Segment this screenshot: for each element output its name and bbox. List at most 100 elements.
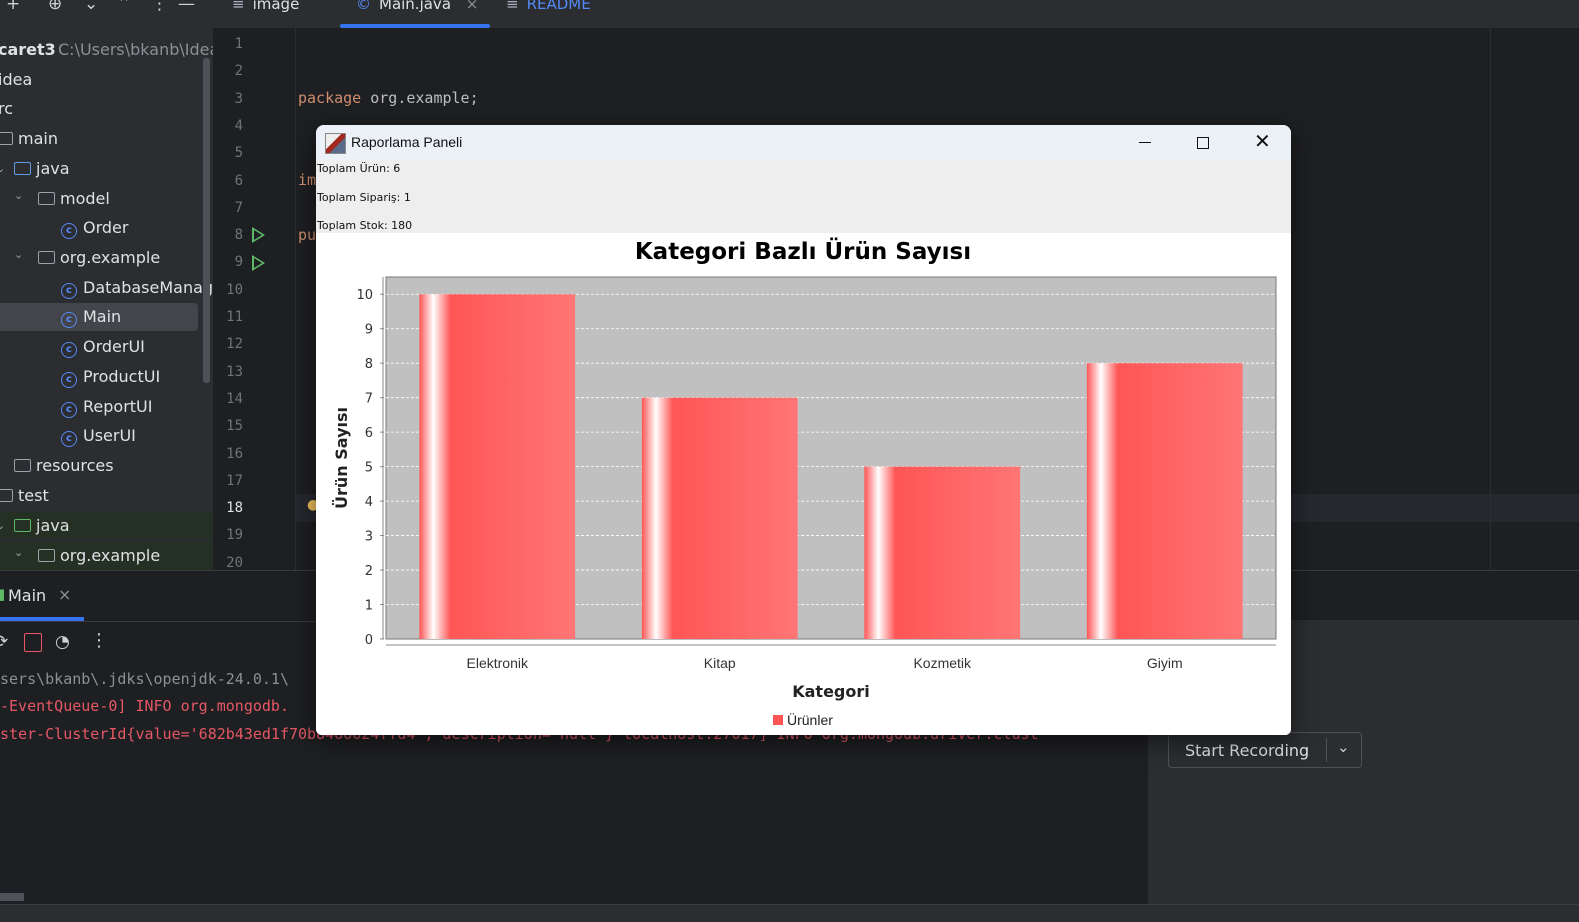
y-tick-label: 5 bbox=[365, 461, 373, 476]
exit-icon[interactable] bbox=[24, 633, 42, 652]
more-icon[interactable]: ⋮ bbox=[151, 0, 168, 14]
tree-item-org-example[interactable]: ⌄ org.example bbox=[0, 244, 213, 272]
class-icon: c bbox=[61, 223, 77, 239]
tree-item-test[interactable]: test bbox=[0, 482, 213, 510]
line-number: 8 bbox=[234, 227, 243, 244]
code-line-6[interactable]: im bbox=[298, 171, 316, 189]
total-stock-label: Toplam Stok: 180 bbox=[317, 219, 413, 232]
tab-readme[interactable]: ≡ README bbox=[506, 0, 591, 13]
close-button[interactable]: ✕ bbox=[1232, 125, 1290, 161]
tree-item-java[interactable]: ⌄ java bbox=[0, 155, 213, 183]
line-number: 10 bbox=[226, 281, 243, 298]
class-icon: © bbox=[356, 0, 371, 13]
run-icon: ▮ bbox=[0, 585, 6, 603]
run-tab-main[interactable]: Main bbox=[8, 586, 46, 605]
tree-item-main[interactable]: main bbox=[0, 125, 213, 153]
line-number: 18 bbox=[226, 500, 243, 517]
class-icon: c bbox=[61, 342, 77, 358]
bar-giyim bbox=[1086, 363, 1243, 639]
main-class-icon: c bbox=[61, 312, 77, 328]
line-number: 5 bbox=[234, 145, 243, 162]
project-tree: caret3 C:\Users\bkanb\Idea idea rc main … bbox=[0, 28, 213, 570]
run-gutter-icon[interactable] bbox=[252, 255, 265, 271]
code-line-3[interactable]: package org.example; bbox=[298, 89, 479, 107]
tree-item-src[interactable]: rc bbox=[0, 95, 213, 123]
x-tick-label: Elektronik bbox=[467, 655, 529, 671]
line-number: 9 bbox=[234, 254, 243, 271]
class-icon: c bbox=[61, 372, 77, 388]
y-tick-label: 0 bbox=[365, 633, 373, 648]
maximize-button[interactable] bbox=[1174, 125, 1232, 161]
top-toolbar: + ⊕ ⌄ ⌃ ⋮ — ≡ image © Main.java × ≡ README bbox=[0, 0, 1579, 28]
lines-icon: ≡ bbox=[506, 0, 519, 13]
start-recording-button[interactable]: Start Recording ⌄ bbox=[1168, 732, 1362, 768]
tree-item-test-java[interactable]: ⌄ java bbox=[0, 512, 213, 540]
minimize-icon[interactable]: — bbox=[178, 0, 195, 14]
y-tick-label: 3 bbox=[365, 530, 373, 545]
y-tick-label: 6 bbox=[365, 426, 373, 441]
locate-icon[interactable]: ⊕ bbox=[48, 0, 62, 14]
chevron-down-icon: ⌄ bbox=[14, 248, 24, 261]
line-number: 2 bbox=[234, 63, 243, 80]
profiler-icon[interactable]: ◔ bbox=[55, 632, 70, 652]
tab-main-java[interactable]: © Main.java × bbox=[356, 0, 478, 13]
code-line-8[interactable]: pu bbox=[298, 226, 316, 244]
line-number: 20 bbox=[226, 554, 243, 571]
run-gutter-icon[interactable] bbox=[252, 227, 265, 243]
maximize-icon bbox=[1197, 137, 1209, 149]
chevron-down-icon: ⌄ bbox=[0, 519, 6, 532]
chevron-down-icon: ⌄ bbox=[14, 189, 24, 202]
right-margin-guide bbox=[1490, 28, 1491, 570]
tree-item-reportui[interactable]: c ReportUI bbox=[0, 393, 213, 421]
rerun-icon[interactable]: ⟳ bbox=[0, 632, 8, 652]
minimize-button[interactable] bbox=[1116, 125, 1174, 161]
tree-scrollbar[interactable] bbox=[203, 58, 210, 383]
horizontal-scrollbar[interactable] bbox=[0, 893, 24, 901]
tree-item-orderui[interactable]: c OrderUI bbox=[0, 333, 213, 361]
more-icon[interactable]: ⋮ bbox=[90, 630, 108, 651]
add-icon[interactable]: + bbox=[6, 0, 20, 14]
line-number: 17 bbox=[226, 472, 243, 489]
tree-item-userui[interactable]: c UserUI bbox=[0, 422, 213, 450]
bar-elektronik bbox=[419, 294, 576, 639]
chevron-down-icon[interactable]: ⌄ bbox=[1337, 738, 1350, 756]
close-run-tab-icon[interactable]: × bbox=[58, 585, 71, 604]
package-icon bbox=[38, 192, 55, 205]
line-number: 16 bbox=[226, 445, 243, 462]
x-tick-label: Giyim bbox=[1147, 655, 1183, 671]
bar-chart: Kategori Bazlı Ürün Sayısı 0 1 2 3 4 5 6 7 8 9 10 El… bbox=[332, 237, 1277, 728]
folder-icon bbox=[0, 132, 13, 145]
lines-icon: ≡ bbox=[232, 0, 245, 13]
close-tab-icon[interactable]: × bbox=[466, 0, 479, 13]
line-number: 12 bbox=[226, 336, 243, 353]
y-tick-label: 9 bbox=[365, 323, 373, 338]
dialog-titlebar[interactable]: Raporlama Paneli ✕ bbox=[316, 125, 1291, 161]
line-number: 19 bbox=[226, 527, 243, 544]
y-tick-label: 8 bbox=[365, 357, 373, 372]
test-folder-icon bbox=[14, 519, 31, 532]
y-tick-label: 4 bbox=[365, 495, 373, 510]
line-number: 4 bbox=[234, 117, 243, 134]
total-orders-label: Toplam Sipariş: 1 bbox=[317, 191, 411, 204]
tree-item-test-org-example[interactable]: ⌄ org.example bbox=[0, 542, 213, 570]
tree-item-productui[interactable]: c ProductUI bbox=[0, 363, 213, 391]
tab-image[interactable]: ≡ image bbox=[232, 0, 299, 13]
close-icon: ✕ bbox=[1254, 129, 1271, 153]
bar-kitap bbox=[641, 397, 798, 639]
tree-item-resources[interactable]: resources bbox=[0, 452, 213, 480]
tree-root[interactable]: caret3 C:\Users\bkanb\Idea bbox=[0, 36, 213, 64]
tree-item-main-class[interactable]: c Main bbox=[0, 303, 198, 331]
tree-item-idea[interactable]: idea bbox=[0, 66, 213, 94]
y-axis-label: Ürün Sayısı bbox=[332, 407, 351, 509]
tree-item-model[interactable]: ⌄ model bbox=[0, 185, 213, 213]
collapse-icon[interactable]: ⌃ bbox=[117, 0, 131, 14]
expand-icon[interactable]: ⌄ bbox=[84, 0, 98, 14]
tree-item-databasemanager[interactable]: c DatabaseManage bbox=[0, 274, 213, 302]
dialog-title: Raporlama Paneli bbox=[351, 134, 463, 150]
x-tick-label: Kozmetik bbox=[913, 655, 972, 671]
class-icon: c bbox=[61, 431, 77, 447]
y-tick-label: 7 bbox=[365, 392, 373, 407]
tree-item-order[interactable]: c Order bbox=[0, 214, 213, 242]
console-line-2: -EventQueue-0] INFO org.mongodb. bbox=[0, 697, 289, 715]
minimize-icon bbox=[1139, 142, 1151, 143]
